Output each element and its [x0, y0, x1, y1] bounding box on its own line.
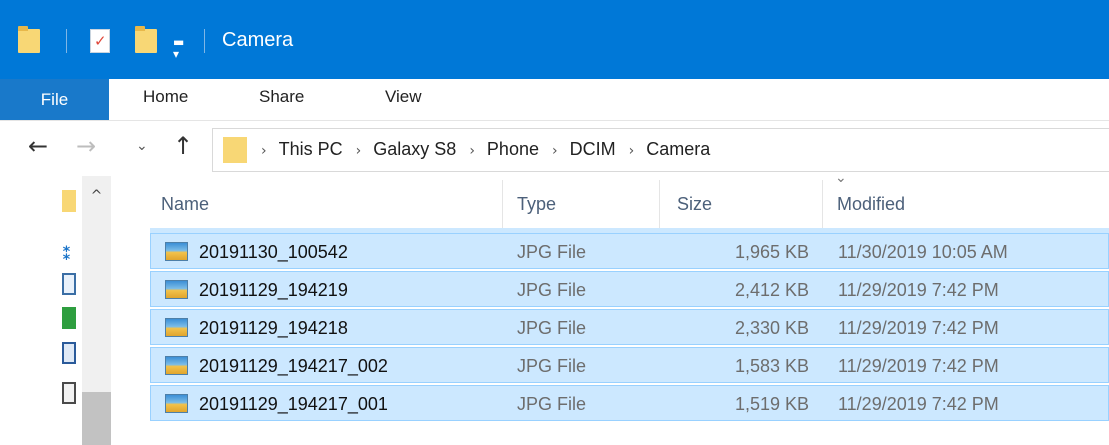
- file-rows: 20191130_100542 JPG File 1,965 KB 11/30/…: [150, 233, 1109, 423]
- breadcrumb-separator-icon[interactable]: ›: [356, 143, 362, 159]
- tab-file[interactable]: File: [0, 79, 109, 120]
- navigation-bar: ← → ⌄ ↑ › This PC › Galaxy S8 › Phone › DCIM…: [0, 122, 1109, 176]
- breadcrumb-separator-icon[interactable]: ›: [629, 143, 635, 159]
- scroll-up-arrow-icon[interactable]: ^: [82, 188, 111, 204]
- up-arrow-icon[interactable]: ↑: [173, 132, 193, 160]
- file-size: 1,965 KB: [734, 242, 809, 262]
- column-header-size[interactable]: Size: [677, 194, 712, 215]
- breadcrumb-dcim[interactable]: DCIM: [570, 139, 616, 159]
- file-type: JPG File: [517, 318, 587, 338]
- ribbon-tabs: File Home Share View: [0, 79, 1109, 121]
- file-modified: 11/29/2019 7:42 PM: [838, 318, 999, 338]
- file-type: JPG File: [517, 242, 587, 262]
- dropbox-icon[interactable]: ⁑: [62, 244, 76, 266]
- navigation-pane-scrollbar[interactable]: ^: [82, 176, 111, 445]
- image-file-icon: [165, 318, 188, 337]
- table-row[interactable]: 20191129_194217_002 JPG File 1,583 KB 11…: [150, 347, 1109, 383]
- breadcrumb-galaxy-s8[interactable]: Galaxy S8: [373, 139, 456, 159]
- file-name: 20191129_194219: [199, 280, 348, 300]
- forward-arrow-icon[interactable]: →: [76, 132, 96, 160]
- breadcrumb-separator-icon[interactable]: ›: [261, 143, 267, 159]
- column-headers: Name Type Size ⌄ Modified: [150, 170, 1109, 228]
- column-header-type[interactable]: Type: [517, 194, 556, 215]
- table-row[interactable]: 20191129_194219 JPG File 2,412 KB 11/29/…: [150, 271, 1109, 307]
- table-row[interactable]: 20191129_194217_001 JPG File 1,519 KB 11…: [150, 385, 1109, 421]
- onedrive-icon[interactable]: [62, 273, 76, 295]
- recent-locations-chevron-icon[interactable]: ⌄: [136, 138, 148, 154]
- breadcrumb-camera[interactable]: Camera: [646, 139, 710, 159]
- file-modified: 11/29/2019 7:42 PM: [838, 280, 999, 300]
- file-name: 20191129_194217_001: [199, 394, 388, 414]
- tab-view[interactable]: View: [385, 87, 422, 107]
- breadcrumb-separator-icon[interactable]: ›: [552, 143, 558, 159]
- folder-icon: [223, 137, 247, 163]
- table-row[interactable]: 20191129_194218 JPG File 2,330 KB 11/29/…: [150, 309, 1109, 345]
- column-header-name[interactable]: Name: [161, 194, 209, 215]
- window-title: Camera: [222, 29, 294, 51]
- customize-quick-access-dropdown-icon[interactable]: ▬ ▾: [173, 36, 184, 60]
- file-type: JPG File: [517, 356, 587, 376]
- breadcrumb-this-pc[interactable]: This PC: [279, 139, 343, 159]
- file-type: JPG File: [517, 280, 587, 300]
- file-name: 20191129_194218: [199, 318, 348, 338]
- image-file-icon: [165, 242, 188, 261]
- evernote-icon[interactable]: [62, 307, 76, 329]
- tab-home[interactable]: Home: [143, 87, 188, 107]
- properties-icon[interactable]: [90, 29, 110, 53]
- navigation-pane: ⁑ ^: [0, 176, 122, 445]
- breadcrumb-phone[interactable]: Phone: [487, 139, 539, 159]
- breadcrumb: › This PC › Galaxy S8 › Phone › DCIM › Camera: [261, 139, 710, 160]
- folder-icon: [18, 26, 40, 53]
- file-modified: 11/29/2019 7:42 PM: [838, 356, 999, 376]
- file-type: JPG File: [517, 394, 587, 414]
- file-list: Name Type Size ⌄ Modified 20191130_10054…: [150, 170, 1109, 445]
- file-size: 2,330 KB: [734, 318, 809, 338]
- new-folder-icon[interactable]: [135, 26, 157, 53]
- file-size: 1,583 KB: [734, 356, 809, 376]
- file-modified: 11/29/2019 7:42 PM: [838, 394, 999, 414]
- file-name: 20191129_194217_002: [199, 356, 388, 376]
- image-file-icon: [165, 280, 188, 299]
- column-divider[interactable]: [502, 180, 503, 228]
- network-icon[interactable]: [62, 382, 76, 404]
- column-divider[interactable]: [822, 180, 823, 228]
- file-size: 1,519 KB: [734, 394, 809, 414]
- toolbar-separator: [204, 29, 205, 53]
- image-file-icon: [165, 394, 188, 413]
- tab-share[interactable]: Share: [259, 87, 304, 107]
- back-arrow-icon[interactable]: ←: [28, 132, 48, 160]
- toolbar-separator: [66, 29, 67, 53]
- column-divider[interactable]: [659, 180, 660, 228]
- this-pc-icon[interactable]: [62, 342, 76, 364]
- file-name: 20191130_100542: [199, 242, 348, 262]
- table-row[interactable]: 20191130_100542 JPG File 1,965 KB 11/30/…: [150, 233, 1109, 269]
- scrollbar-thumb[interactable]: [82, 392, 111, 445]
- image-file-icon: [165, 356, 188, 375]
- address-bar[interactable]: › This PC › Galaxy S8 › Phone › DCIM › Camera: [212, 128, 1109, 172]
- breadcrumb-separator-icon[interactable]: ›: [469, 143, 475, 159]
- file-size: 2,412 KB: [734, 280, 809, 300]
- sort-chevron-icon: ⌄: [835, 170, 847, 186]
- column-header-modified[interactable]: Modified: [837, 194, 905, 215]
- title-bar: ▬▾ Camera: [0, 0, 1109, 79]
- file-modified: 11/30/2019 10:05 AM: [838, 242, 1008, 262]
- quick-access-folder-icon[interactable]: [62, 190, 76, 212]
